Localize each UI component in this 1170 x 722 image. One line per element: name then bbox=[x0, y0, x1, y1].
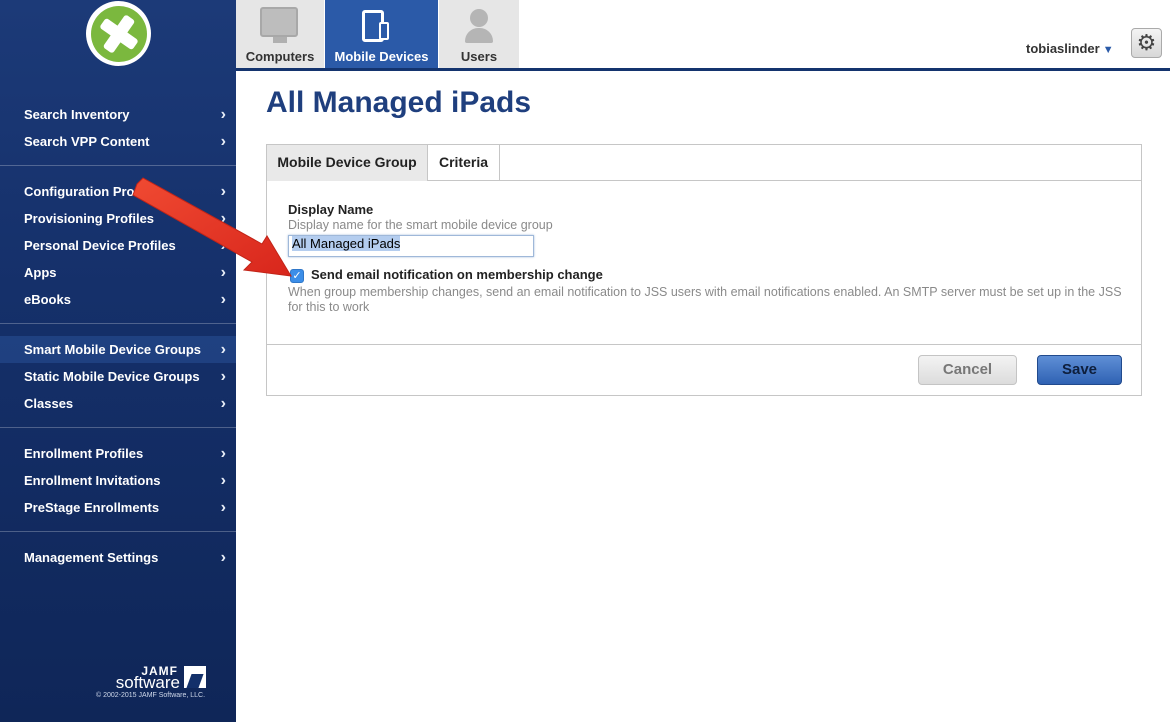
page-title: All Managed iPads bbox=[266, 86, 532, 119]
sidebar-item-ebooks[interactable]: eBooks › bbox=[0, 286, 236, 313]
tab-mobile-device-group[interactable]: Mobile Device Group bbox=[267, 145, 428, 181]
sidebar-item-label: Static Mobile Device Groups bbox=[24, 369, 200, 384]
sidebar-group-enrollment: Enrollment Profiles › Enrollment Invitati… bbox=[0, 440, 236, 521]
sidebar-item-configuration-profiles[interactable]: Configuration Profiles › bbox=[0, 178, 236, 205]
display-name-help: Display name for the smart mobile device… bbox=[288, 218, 553, 232]
sidebar-item-search-vpp-content[interactable]: Search VPP Content › bbox=[0, 128, 236, 155]
brand-bottom-text: software bbox=[115, 673, 180, 692]
gear-icon: ⚙ bbox=[1136, 30, 1157, 55]
chevron-right-icon: › bbox=[220, 106, 226, 123]
display-name-label: Display Name bbox=[288, 202, 374, 217]
tab-mobile-devices[interactable]: Mobile Devices bbox=[325, 0, 438, 68]
chevron-right-icon: › bbox=[220, 499, 226, 516]
tab-label: Users bbox=[460, 49, 498, 64]
caret-down-icon: ▼ bbox=[1102, 44, 1114, 56]
sidebar-item-label: Smart Mobile Device Groups bbox=[24, 342, 201, 357]
computer-stand bbox=[273, 37, 287, 43]
sidebar-item-label: Personal Device Profiles bbox=[24, 238, 176, 253]
sidebar-item-apps[interactable]: Apps › bbox=[0, 259, 236, 286]
sidebar-item-search-inventory[interactable]: Search Inventory › bbox=[0, 101, 236, 128]
tab-label: Computers bbox=[245, 49, 315, 64]
display-name-input[interactable]: All Managed iPads bbox=[288, 235, 534, 257]
cancel-button[interactable]: Cancel bbox=[918, 355, 1017, 385]
sidebar-item-static-mobile-device-groups[interactable]: Static Mobile Device Groups › bbox=[0, 363, 236, 390]
email-notification-checkbox[interactable]: ✓ bbox=[290, 269, 304, 283]
settings-button[interactable]: ⚙ bbox=[1131, 28, 1162, 58]
chevron-right-icon: › bbox=[220, 472, 226, 489]
chevron-right-icon: › bbox=[220, 210, 226, 227]
sidebar-item-label: Search Inventory bbox=[24, 107, 130, 122]
tab-criteria[interactable]: Criteria bbox=[428, 145, 500, 181]
chevron-right-icon: › bbox=[220, 368, 226, 385]
sidebar-divider bbox=[0, 323, 236, 324]
sidebar-item-label: eBooks bbox=[24, 292, 71, 307]
user-menu[interactable]: tobiaslinder ▼ bbox=[1026, 41, 1114, 56]
sidebar-divider bbox=[0, 427, 236, 428]
copyright-text: © 2002-2015 JAMF Software, LLC. bbox=[96, 692, 206, 699]
jamf-cross-icon bbox=[90, 5, 147, 62]
tab-computers[interactable]: Computers bbox=[236, 0, 324, 68]
username-text: tobiaslinder bbox=[1026, 41, 1100, 56]
sidebar-item-classes[interactable]: Classes › bbox=[0, 390, 236, 417]
chevron-right-icon: › bbox=[220, 183, 226, 200]
sidebar-item-label: Enrollment Invitations bbox=[24, 473, 161, 488]
sidebar-item-smart-mobile-device-groups[interactable]: Smart Mobile Device Groups › bbox=[0, 336, 236, 363]
tab-label: Mobile Devices bbox=[334, 49, 429, 64]
sidebar-group-groups: Smart Mobile Device Groups › Static Mobil… bbox=[0, 336, 236, 417]
computer-icon bbox=[260, 7, 298, 37]
sidebar-item-label: PreStage Enrollments bbox=[24, 500, 160, 515]
jamf-software-logo: JAMF software © 2002-2015 JAMF Software,… bbox=[96, 664, 208, 704]
jss-app: Search Inventory › Search VPP Content › Co… bbox=[0, 0, 1170, 722]
sidebar-item-label: Management Settings bbox=[24, 550, 159, 565]
sidebar-item-enrollment-profiles[interactable]: Enrollment Profiles › bbox=[0, 440, 236, 467]
chevron-right-icon: › bbox=[220, 133, 226, 150]
sidebar-item-label: Apps bbox=[24, 265, 57, 280]
email-notification-label[interactable]: Send email notification on membership ch… bbox=[311, 267, 603, 282]
checkmark-icon: ✓ bbox=[292, 270, 302, 282]
chevron-right-icon: › bbox=[220, 291, 226, 308]
tab-users[interactable]: Users bbox=[439, 0, 519, 68]
sidebar-item-label: Classes bbox=[24, 396, 74, 411]
sidebar-item-label: Search VPP Content bbox=[24, 134, 150, 149]
group-panel: Mobile Device Group Criteria Display Nam… bbox=[266, 144, 1142, 396]
chevron-right-icon: › bbox=[220, 445, 226, 462]
topbar-rule bbox=[236, 68, 1170, 71]
sidebar-item-enrollment-invitations[interactable]: Enrollment Invitations › bbox=[0, 467, 236, 494]
chevron-right-icon: › bbox=[220, 395, 226, 412]
sidebar-item-provisioning-profiles[interactable]: Provisioning Profiles › bbox=[0, 205, 236, 232]
jamf-mark-icon bbox=[184, 666, 206, 688]
sidebar-group-search: Search Inventory › Search VPP Content › bbox=[0, 101, 236, 155]
sidebar-item-personal-device-profiles[interactable]: Personal Device Profiles › bbox=[0, 232, 236, 259]
save-button[interactable]: Save bbox=[1037, 355, 1122, 385]
email-notification-help: When group membership changes, send an e… bbox=[288, 285, 1122, 314]
sidebar-item-management-settings[interactable]: Management Settings › bbox=[0, 544, 236, 571]
top-navigation: Computers Mobile Devices Users bbox=[236, 0, 1170, 70]
sidebar-item-label: Configuration Profiles bbox=[24, 184, 161, 199]
user-icon bbox=[470, 9, 488, 27]
sidebar-divider bbox=[0, 165, 236, 166]
user-icon-body bbox=[465, 28, 493, 43]
phone-icon bbox=[379, 22, 389, 40]
chevron-right-icon: › bbox=[220, 341, 226, 358]
panel-divider bbox=[267, 344, 1141, 345]
chevron-right-icon: › bbox=[220, 549, 226, 566]
sidebar-item-label: Enrollment Profiles bbox=[24, 446, 144, 461]
panel-tab-bar: Mobile Device Group Criteria bbox=[267, 145, 1141, 181]
sidebar: Search Inventory › Search VPP Content › Co… bbox=[0, 0, 236, 722]
sidebar-item-label: Provisioning Profiles bbox=[24, 211, 155, 226]
jamf-logo[interactable] bbox=[86, 1, 151, 66]
chevron-right-icon: › bbox=[220, 264, 226, 281]
sidebar-group-profiles: Configuration Profiles › Provisioning Pro… bbox=[0, 178, 236, 313]
sidebar-divider bbox=[0, 531, 236, 532]
chevron-right-icon: › bbox=[220, 237, 226, 254]
display-name-value: All Managed iPads bbox=[292, 236, 401, 251]
sidebar-item-prestage-enrollments[interactable]: PreStage Enrollments › bbox=[0, 494, 236, 521]
sidebar-group-management: Management Settings › bbox=[0, 544, 236, 571]
